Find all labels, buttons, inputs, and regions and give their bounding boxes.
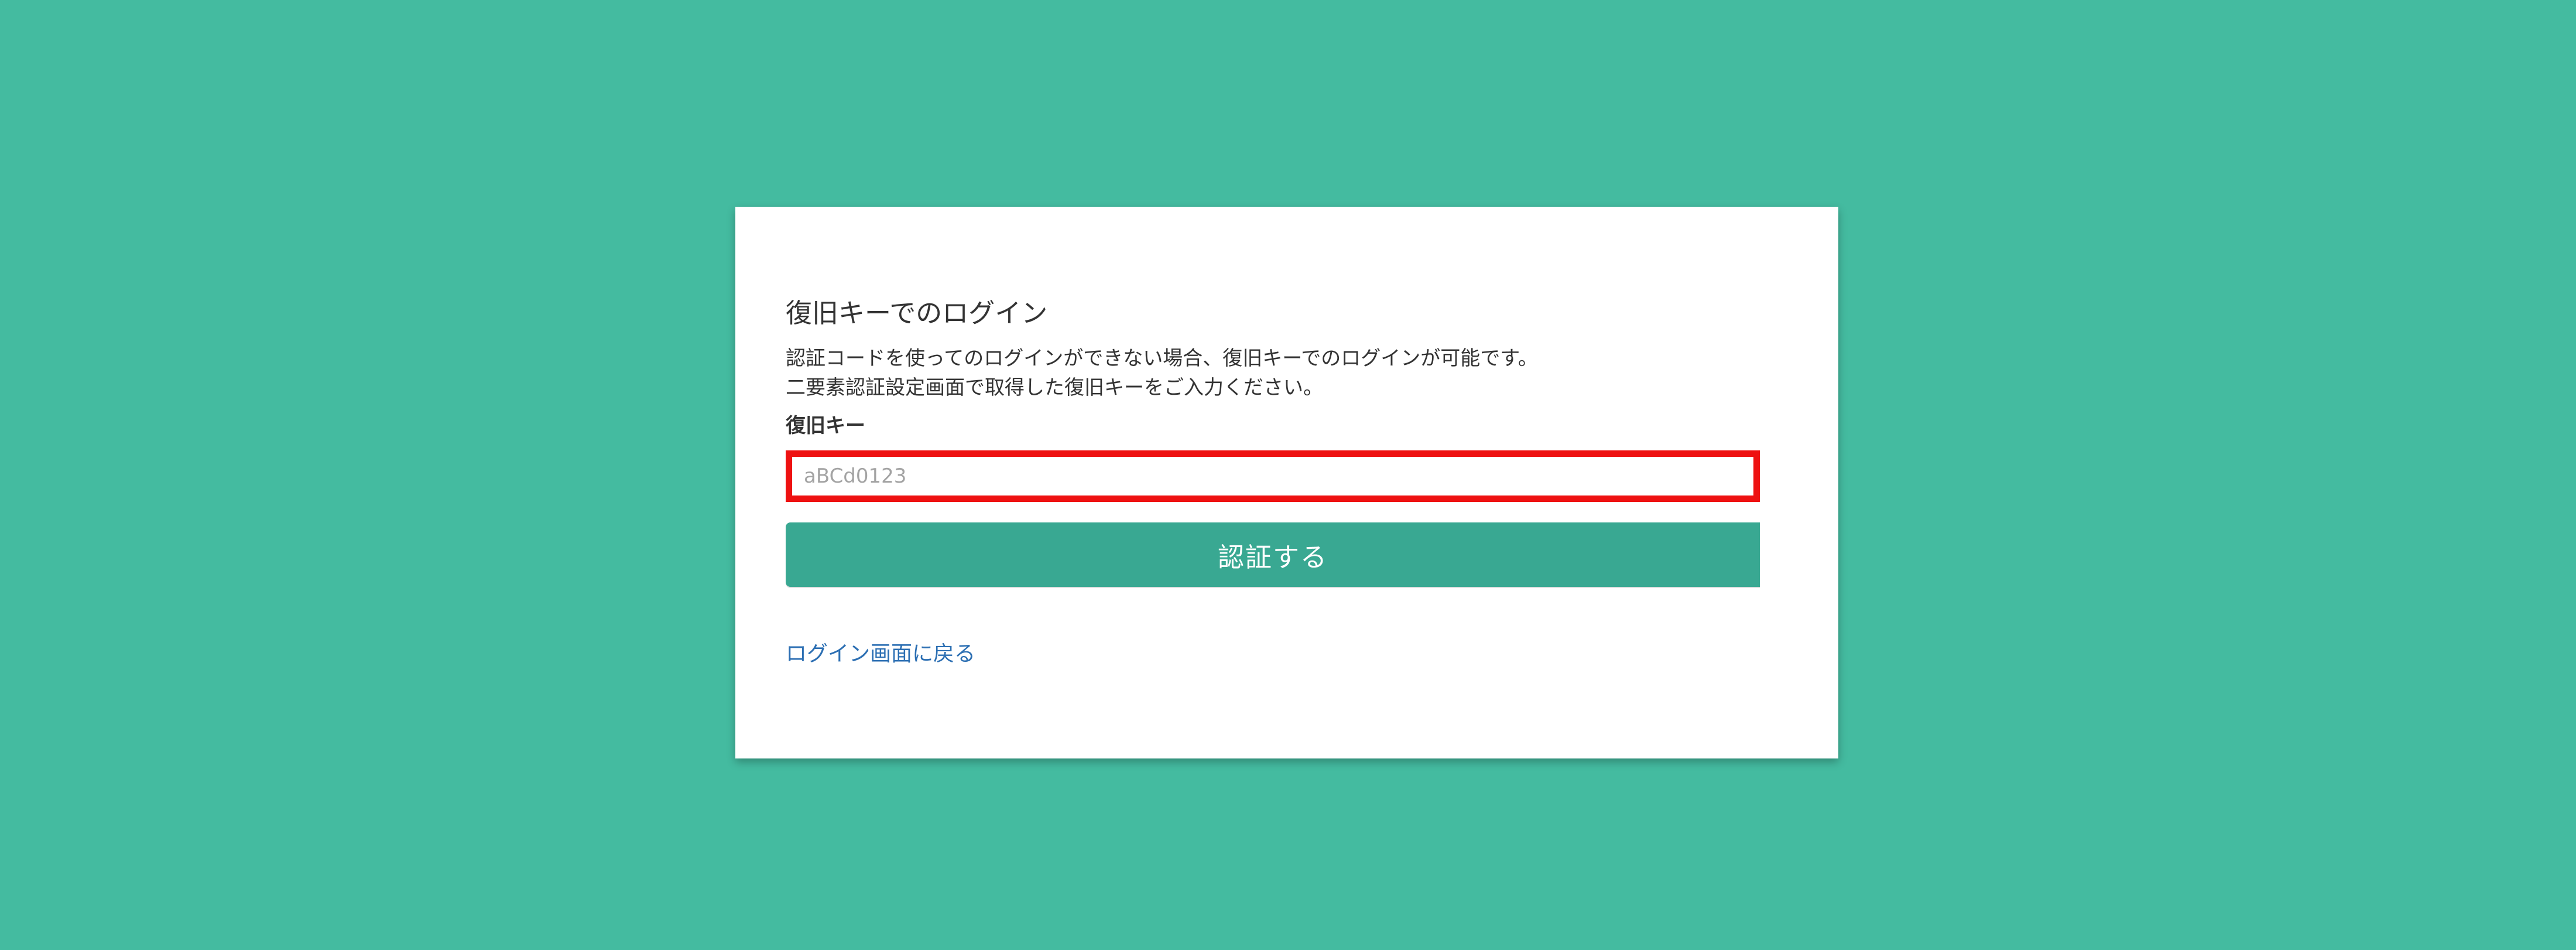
description-line-2: 二要素認証設定画面で取得した復旧キーをご入力ください。 bbox=[786, 376, 1323, 399]
description: 認証コードを使ってのログインができない場合、復旧キーでのログインが可能です。 二… bbox=[786, 344, 1538, 402]
recovery-key-input-highlight bbox=[786, 450, 1760, 502]
login-card: 復旧キーでのログイン 認証コードを使ってのログインができない場合、復旧キーでのロ… bbox=[735, 207, 1838, 758]
recovery-key-label: 復旧キー bbox=[786, 414, 865, 438]
page-title: 復旧キーでのログイン bbox=[786, 298, 1048, 329]
back-to-login-link[interactable]: ログイン画面に戻る bbox=[786, 641, 975, 667]
authenticate-button[interactable]: 認証する bbox=[786, 522, 1760, 587]
recovery-key-input[interactable] bbox=[792, 457, 1753, 495]
description-line-1: 認証コードを使ってのログインができない場合、復旧キーでのログインが可能です。 bbox=[786, 347, 1538, 370]
